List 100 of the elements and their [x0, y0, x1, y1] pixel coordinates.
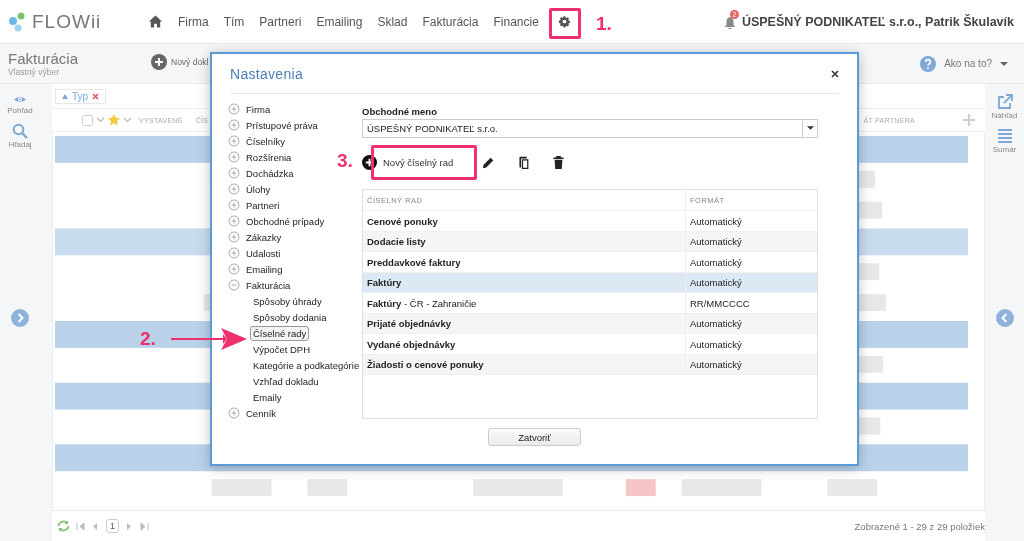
- expand-icon[interactable]: [228, 135, 240, 147]
- page-subtitle: Vlastný výber: [8, 66, 61, 77]
- next-page-icon[interactable]: [125, 521, 134, 531]
- user-name[interactable]: ÚSPEŠNÝ PODNIKATEĽ s.r.o., Patrik Škulavík: [741, 14, 1014, 29]
- page-number-button[interactable]: 1: [106, 519, 119, 533]
- table-row[interactable]: Prijaté objednávky Automatický: [363, 313, 817, 335]
- pencil-icon[interactable]: [481, 155, 496, 170]
- remove-icon[interactable]: [92, 92, 100, 100]
- arrow-icon: [171, 328, 247, 350]
- table-row[interactable]: Preddavkové faktury Automatický: [363, 252, 817, 273]
- chevron-left-icon[interactable]: [995, 309, 1014, 327]
- logo-icon: [8, 11, 26, 32]
- last-page-icon[interactable]: [140, 521, 149, 531]
- table-cell: Automatický: [685, 313, 742, 334]
- tree-item[interactable]: Výpočet DPH: [250, 341, 314, 357]
- tree-item[interactable]: Spôsoby dodania: [250, 309, 330, 325]
- rail-button[interactable]: Náhľad: [991, 94, 1018, 120]
- tree-item[interactable]: Emaily: [250, 389, 285, 405]
- rail-button[interactable]: Hľadaj: [8, 123, 32, 149]
- new-document-button[interactable]: Nový dokl: [151, 53, 209, 70]
- help-link[interactable]: Ako na to?: [944, 58, 992, 69]
- table-cell-text: Dodacie listy: [366, 236, 427, 248]
- nav-link[interactable]: Partneri: [259, 14, 302, 29]
- expand-icon[interactable]: [228, 215, 240, 227]
- expand-icon[interactable]: [228, 167, 240, 179]
- nav-link[interactable]: Fakturácia: [422, 14, 479, 29]
- tree-item[interactable]: Prístupové práva: [228, 117, 318, 133]
- table-cell: Automatický: [685, 354, 742, 375]
- bell-icon[interactable]: [723, 14, 736, 29]
- copy-icon[interactable]: [517, 155, 531, 171]
- table-row[interactable]: Vydané objednávky Automatický: [363, 334, 817, 355]
- table-cell-text: Cenové ponuky: [366, 215, 439, 227]
- chevron-down-icon[interactable]: [96, 117, 105, 123]
- rail-button[interactable]: Pohľad: [7, 94, 33, 115]
- list-icon: [996, 128, 1013, 144]
- tree-item[interactable]: Číselníky: [228, 133, 286, 149]
- expand-icon[interactable]: [228, 247, 240, 259]
- tree-item[interactable]: Firma: [228, 101, 271, 117]
- company-select[interactable]: ÚSPEŠNÝ PODNIKATEĽ s.r.o.: [362, 118, 818, 138]
- nav-link[interactable]: Sklad: [377, 14, 408, 29]
- help-icon[interactable]: [920, 55, 937, 72]
- close-button[interactable]: Zatvoriť: [488, 428, 581, 446]
- home-icon[interactable]: [148, 14, 163, 29]
- tree-item[interactable]: Obchodné prípady: [228, 213, 325, 229]
- expand-icon[interactable]: [228, 103, 240, 115]
- nav-link[interactable]: Firma: [178, 14, 209, 29]
- table-cell-text: Žiadosti o cenové ponuky: [366, 359, 485, 371]
- tree-item[interactable]: Vzhľad dokladu: [250, 373, 322, 389]
- table-row[interactable]: Faktúry - ČR - Zahraničie RR/MMCCCC: [363, 293, 817, 314]
- table-cell-text: Faktúry - ČR - Zahraničie: [366, 297, 478, 309]
- new-number-series-button[interactable]: Nový číselný rad: [358, 155, 460, 171]
- tree-item[interactable]: Číselné rady: [250, 325, 310, 341]
- caret-icon[interactable]: [1000, 61, 1008, 66]
- expand-icon[interactable]: [228, 119, 240, 131]
- checkbox-icon[interactable]: [82, 114, 93, 126]
- tree-item[interactable]: Úlohy: [228, 181, 271, 197]
- tree-item[interactable]: Spôsoby úhrady: [250, 293, 325, 309]
- tree-item[interactable]: Zákazky: [228, 229, 282, 245]
- expand-icon[interactable]: [228, 263, 240, 275]
- tree-item[interactable]: Rozšírenia: [228, 149, 292, 165]
- tree-item[interactable]: Emailing: [228, 261, 283, 277]
- logo-text: FLOWii: [32, 10, 102, 33]
- chevron-right-icon[interactable]: [11, 309, 29, 327]
- tree-item[interactable]: Dochádzka: [228, 165, 294, 181]
- star-icon: [108, 114, 120, 126]
- first-page-icon[interactable]: [76, 521, 85, 531]
- table-cell: RR/MMCCCC: [685, 293, 750, 313]
- tree-item[interactable]: Cenník: [228, 405, 277, 421]
- expand-icon[interactable]: [228, 183, 240, 195]
- table-row[interactable]: Cenové ponuky Automatický: [363, 211, 817, 232]
- add-column-icon[interactable]: [963, 114, 975, 126]
- close-icon[interactable]: [831, 69, 839, 78]
- tree-item[interactable]: Partneri: [228, 197, 280, 213]
- tree-item[interactable]: Fakturácia: [228, 277, 291, 293]
- table-cell: Automatický: [685, 231, 742, 252]
- trash-icon[interactable]: [552, 155, 566, 171]
- nav-link[interactable]: Tím: [223, 14, 245, 29]
- sort-triangle-icon: [62, 93, 68, 99]
- collapse-icon[interactable]: [228, 279, 240, 291]
- expand-icon[interactable]: [228, 199, 240, 211]
- nav-link[interactable]: Emailing: [316, 14, 363, 29]
- expand-icon[interactable]: [228, 151, 240, 163]
- refresh-icon[interactable]: [56, 519, 70, 533]
- tree-item[interactable]: Kategórie a podkategórie: [250, 357, 363, 373]
- chevron-down-icon[interactable]: [123, 117, 132, 123]
- plus-circle-icon: [362, 155, 377, 171]
- table-row[interactable]: Dodacie listy Automatický: [363, 231, 817, 253]
- page-title: Fakturácia: [8, 50, 80, 67]
- table-cell-text: Preddavkové faktury: [366, 256, 462, 268]
- settings-icon: [558, 15, 572, 28]
- expand-icon[interactable]: [228, 407, 240, 419]
- plus-circle-icon: [151, 53, 167, 70]
- rail-button[interactable]: Sumár: [992, 128, 1017, 154]
- table-cell: Automatický: [685, 334, 742, 354]
- nav-link[interactable]: Financie: [493, 14, 539, 29]
- tree-item[interactable]: Udalosti: [228, 245, 281, 261]
- table-row[interactable]: Faktúry Automatický: [363, 272, 817, 294]
- table-row[interactable]: Žiadosti o cenové ponuky Automatický: [363, 354, 817, 376]
- expand-icon[interactable]: [228, 231, 240, 243]
- previous-page-icon[interactable]: [91, 521, 100, 531]
